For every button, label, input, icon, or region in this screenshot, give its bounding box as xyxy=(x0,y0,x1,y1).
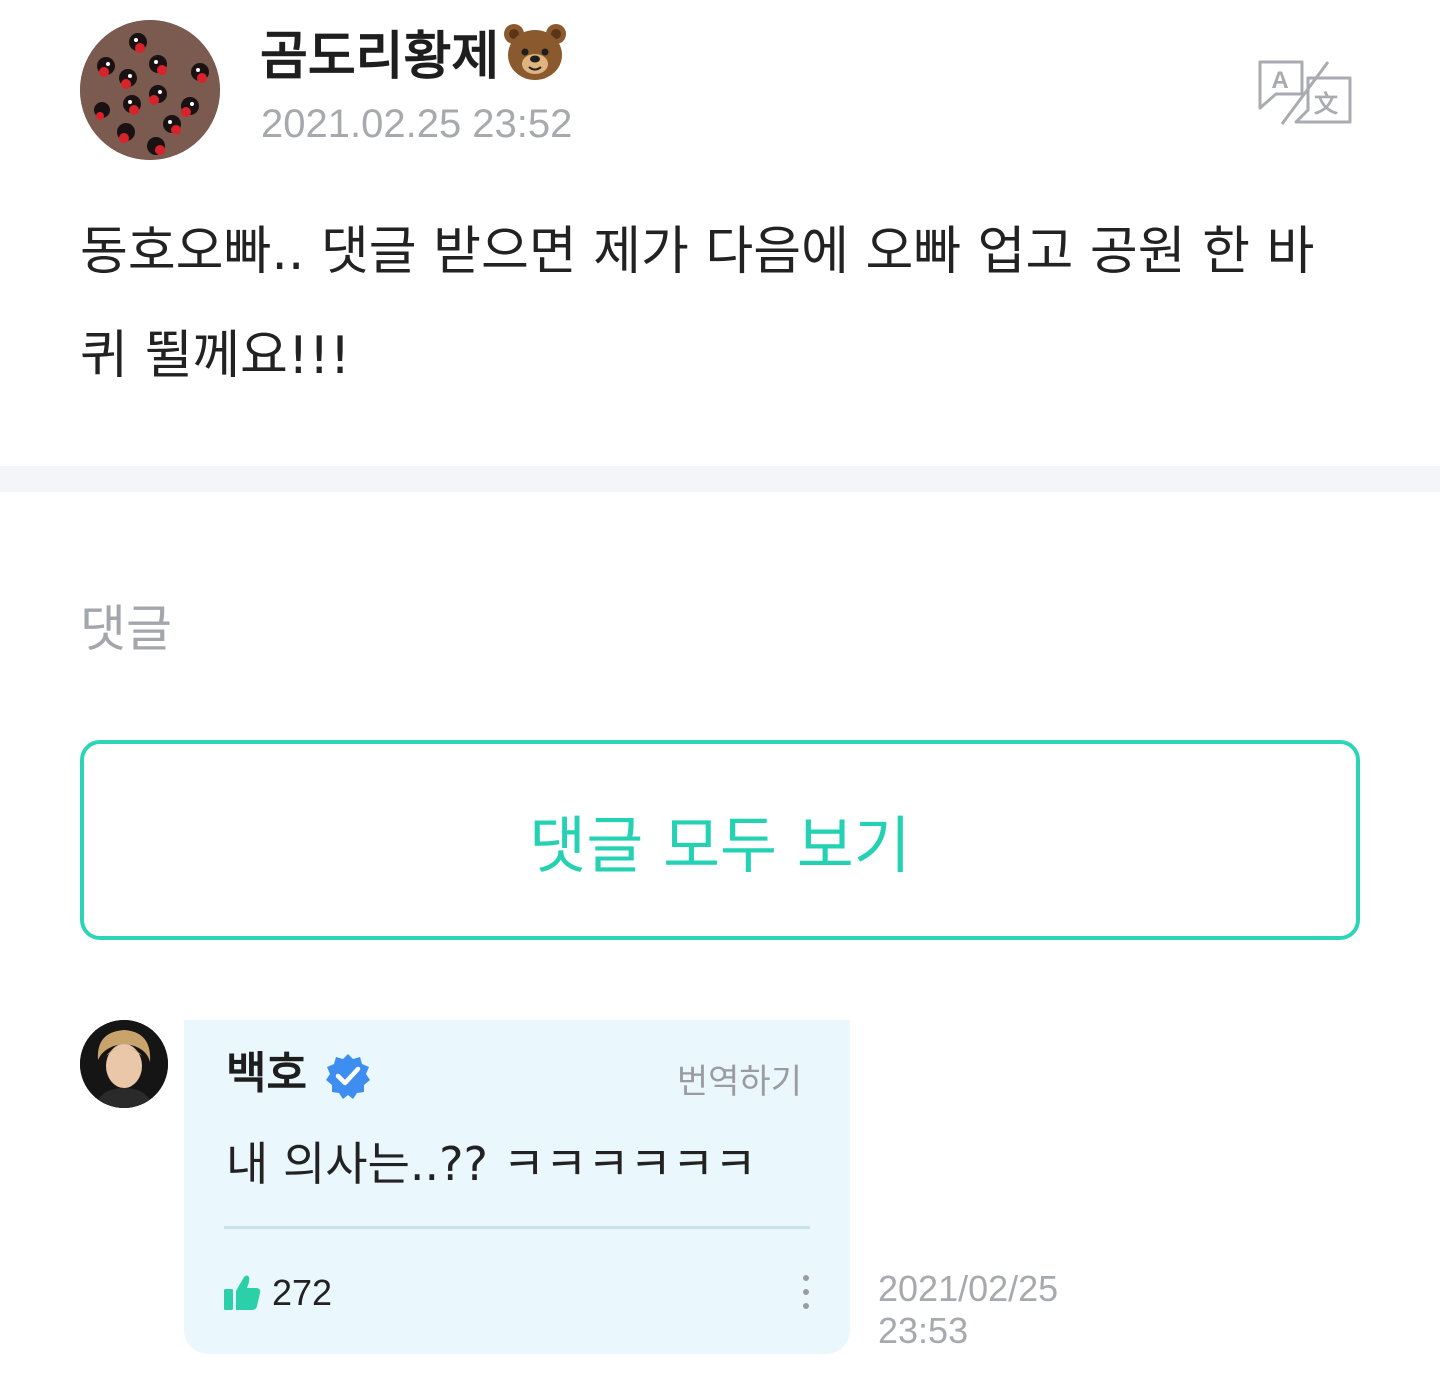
bear-face-icon xyxy=(503,22,567,98)
post-detail-page: 곰도리황제 2021.02.25 23:52 A 文 동호오빠.. 댓글 받으면… xyxy=(0,0,1440,1378)
commenter-avatar[interactable] xyxy=(80,1020,168,1108)
comment-date: 2021/02/25 xyxy=(878,1268,1059,1309)
comment-divider xyxy=(224,1226,810,1229)
comment-time: 23:53 xyxy=(878,1310,969,1351)
comment-bubble: 백호 번역하기 내 의사는..?? ㅋㅋㅋㅋㅋㅋ 272 xyxy=(184,1020,850,1354)
commenter-name[interactable]: 백호 xyxy=(226,1044,307,1104)
section-divider xyxy=(0,466,1440,492)
post-timestamp: 2021.02.25 23:52 xyxy=(261,102,573,146)
svg-text:文: 文 xyxy=(1314,90,1339,118)
author-name-text: 곰도리황제 xyxy=(260,27,500,87)
comment-timestamp: 2021/02/25 23:53 xyxy=(878,1268,1058,1352)
translate-icon[interactable]: A 文 xyxy=(1256,58,1354,128)
verified-badge-icon xyxy=(324,1052,372,1100)
author-avatar[interactable] xyxy=(80,20,220,160)
like-count: 272 xyxy=(272,1272,333,1313)
avatar-pattern-image xyxy=(80,20,220,160)
svg-text:A: A xyxy=(1271,67,1288,94)
comments-section-title: 댓글 xyxy=(80,600,172,658)
thumbs-up-icon[interactable] xyxy=(222,1272,262,1312)
commenter-photo-image xyxy=(80,1020,168,1108)
post-body-text: 동호오빠.. 댓글 받으면 제가 다음에 오빠 업고 공원 한 바퀴 뛸께요!!… xyxy=(80,222,1315,386)
translate-comment-link[interactable]: 번역하기 xyxy=(677,1060,802,1104)
view-all-comments-button[interactable]: 댓글 모두 보기 xyxy=(80,740,1360,940)
author-name[interactable]: 곰도리황제 xyxy=(260,22,567,98)
comment-text: 내 의사는..?? ㅋㅋㅋㅋㅋㅋ xyxy=(226,1137,757,1191)
more-options-icon[interactable] xyxy=(796,1272,816,1312)
